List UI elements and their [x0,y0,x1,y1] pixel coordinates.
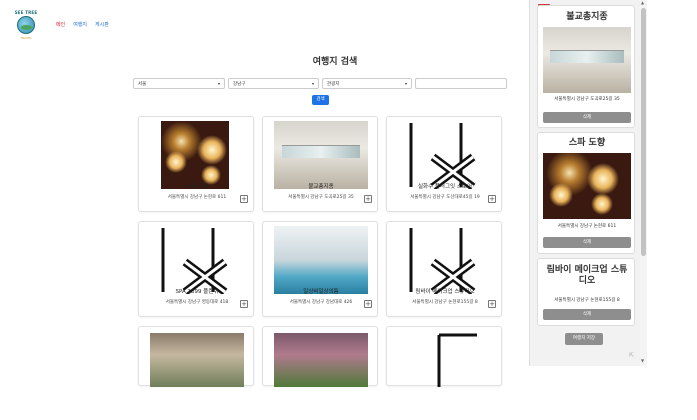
saved-address: 서울특별시 강남구 논현로155길 8 [554,298,620,303]
result-address: 서울특별시 강남구 도산대로45길 19 [410,195,480,200]
resize-icon: ⇱ [629,352,635,359]
nav-main[interactable]: 메인 [56,21,65,28]
category-select[interactable]: 관광지 ▾ [322,78,412,89]
delete-button[interactable]: 삭제 [543,309,631,320]
saved-card: 림바이 메이크업 스튜디오 서울특별시 강남구 논현로155길 8 삭제 [537,258,635,326]
result-name: 불교총지종 [308,184,334,190]
nav-destinations[interactable]: 여행지 [73,21,87,28]
scroll-down-icon[interactable]: ▼ [641,358,644,363]
result-card[interactable]: 불교총지종 서울특별시 강남구 도곡로25길 35 + [262,116,378,212]
result-name: 림바이 메이크업 스튜디오 [415,289,475,295]
saved-address: 서울특별시 강남구 논현로 611 [557,224,617,229]
plus-square-icon[interactable]: + [364,195,372,203]
result-card[interactable]: 스파 도향 서울특별시 강남구 논현로 611 + [138,116,254,212]
saved-card: 스파 도향 서울특별시 강남구 논현로 611 삭제 [537,132,635,254]
result-card[interactable]: 림바이 메이크업 스튜디오 서울특별시 강남구 논현로155길 8 + [386,221,502,317]
saved-card: 불교총지종 서울특별시 강남구 도곡로25길 35 삭제 [537,5,635,128]
result-image [274,333,368,387]
chevron-down-icon: ▾ [217,81,220,86]
saved-image [543,153,631,219]
region-value: 서울 [138,81,147,87]
result-name: SPA 1899 플런쉬 [175,289,219,295]
search-input[interactable] [415,78,507,89]
logo-text: SEE TREE [14,10,38,15]
chevron-down-icon: ▾ [404,81,407,86]
result-card[interactable] [386,326,502,387]
scroll-up-icon[interactable]: ▲ [641,0,644,5]
globe-icon [17,16,35,34]
district-value: 강남구 [233,81,246,87]
result-address: 서울특별시 강남구 강남대로 426 [289,300,353,305]
plus-square-icon[interactable]: + [488,195,496,203]
result-name: 실화수 플러그잇 스토어 [417,184,473,190]
scrollbar-thumb[interactable] [641,8,646,256]
result-card[interactable] [262,326,378,387]
result-address: 서울특별시 강남구 영동대로 418 [165,300,229,305]
saved-image [543,27,631,93]
category-value: 관광지 [327,81,340,87]
result-address: 서울특별시 강남구 도곡로25길 35 [288,195,354,200]
result-image [150,333,244,387]
save-destinations-button[interactable]: 여행지 저장 [565,333,603,345]
result-card[interactable]: SPA 1899 플런쉬 서울특별시 강남구 영동대로 418 + [138,221,254,317]
result-address: 서울특별시 강남구 논현로 611 [167,195,227,200]
result-name: 일상비일상의틈 [303,289,339,295]
chevron-down-icon: ▾ [311,81,314,86]
result-card[interactable]: 일상비일상의틈 서울특별시 강남구 강남대로 426 + [262,221,378,317]
district-select[interactable]: 강남구 ▾ [228,78,319,89]
page-title: 여행지 검색 [312,57,358,67]
page: SEE TREE TRAVEL 메인 여행지 게시판 여행지 검색 서울 ▾ 강… [0,0,697,420]
logo-subtext: TRAVEL [20,36,32,40]
site-logo[interactable]: SEE TREE TRAVEL [9,10,43,42]
result-image [274,121,368,189]
saved-name: 림바이 메이크업 스튜디오 [546,265,628,286]
no-image-icon [409,226,477,294]
saved-name: 스파 도향 [568,138,606,148]
no-image-icon [409,333,477,387]
result-address: 서울특별시 강남구 논현로155길 8 [412,300,478,305]
no-image-icon [409,121,477,189]
main-nav: 메인 여행지 게시판 [56,21,109,28]
result-name: 스파 도향 [186,184,208,190]
saved-address: 서울특별시 강남구 도곡로25길 35 [554,97,620,102]
search-button[interactable]: 검색 [312,95,329,105]
result-image [161,121,229,189]
result-card[interactable] [138,326,254,387]
plus-square-icon[interactable]: + [240,300,248,308]
plus-square-icon[interactable]: + [488,300,496,308]
delete-button[interactable]: 삭제 [543,237,631,248]
result-card[interactable]: 실화수 플러그잇 스토어 서울특별시 강남구 도산대로45길 19 + [386,116,502,212]
sidebar-scrollbar[interactable]: ▲ ▼ [640,0,647,366]
plus-square-icon[interactable]: + [240,195,248,203]
nav-board[interactable]: 게시판 [95,21,109,28]
delete-button[interactable]: 삭제 [543,112,631,123]
plus-square-icon[interactable]: + [364,300,372,308]
result-image [274,226,368,294]
no-image-icon [161,226,229,294]
saved-name: 불교총지종 [566,12,608,22]
region-select[interactable]: 서울 ▾ [133,78,225,89]
